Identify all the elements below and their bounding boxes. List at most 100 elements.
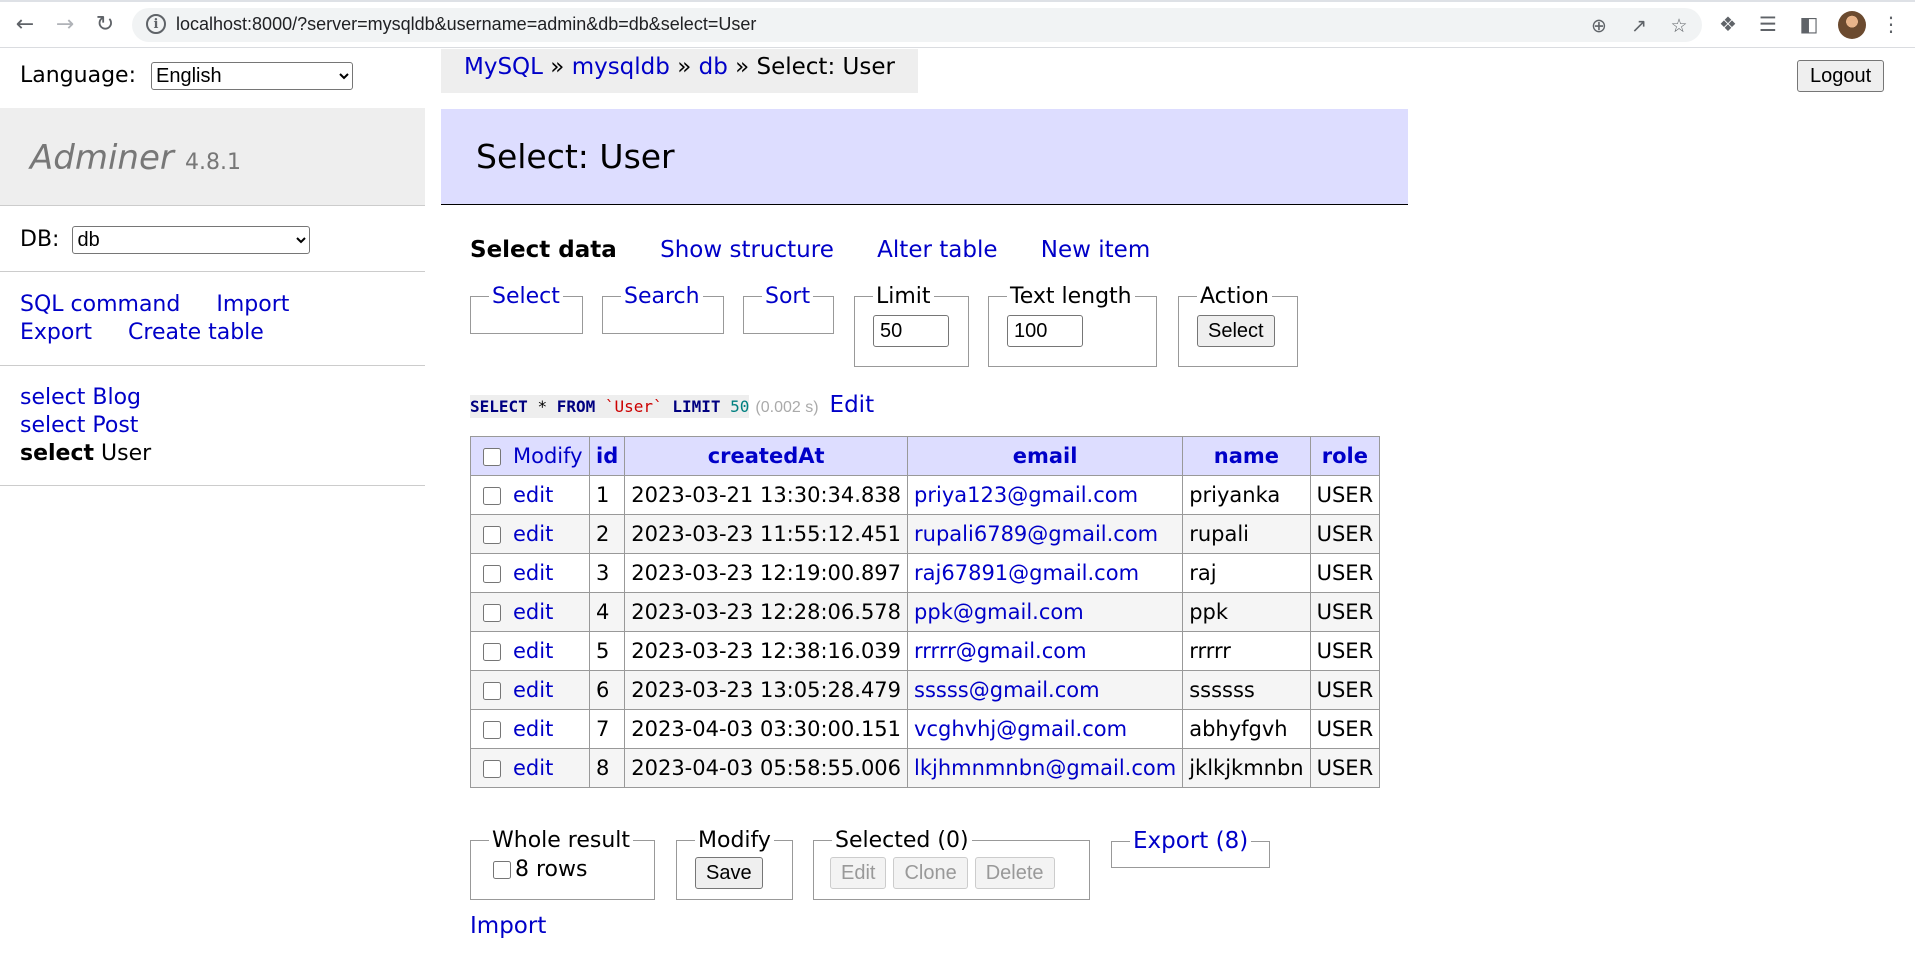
text-length-legend: Text length <box>1010 284 1132 309</box>
export-toggle[interactable]: Export (8) <box>1133 828 1248 854</box>
row-edit-link[interactable]: edit <box>513 678 553 702</box>
row-edit-link[interactable]: edit <box>513 522 553 546</box>
cell-createdat: 2023-03-23 11:55:12.451 <box>624 514 909 554</box>
adminer-logo-link[interactable]: Adminer <box>30 138 174 178</box>
cell-name: rrrrr <box>1182 631 1311 671</box>
address-url[interactable]: localhost:8000/?server=mysqldb&username=… <box>176 14 756 35</box>
profile-avatar[interactable] <box>1838 11 1866 39</box>
column-header-id[interactable]: id <box>588 436 626 476</box>
row-checkbox[interactable] <box>483 565 501 583</box>
menu-kebab-icon[interactable]: ⋮ <box>1878 11 1904 37</box>
cell-name: jklkjkmnbn <box>1182 748 1311 788</box>
address-bar[interactable]: i localhost:8000/?server=mysqldb&usernam… <box>132 8 1702 42</box>
import-link[interactable]: Import <box>470 913 546 939</box>
row-checkbox[interactable] <box>483 487 501 505</box>
bookmark-star-icon[interactable]: ☆ <box>1668 15 1690 37</box>
select-columns-toggle[interactable]: Select <box>492 284 560 309</box>
select-columns-fieldset: Select <box>470 284 583 334</box>
text-length-input[interactable] <box>1007 315 1083 347</box>
cell-id: 7 <box>588 709 626 749</box>
db-select[interactable]: db <box>72 226 311 254</box>
limit-input[interactable] <box>873 315 949 347</box>
modify-legend: Modify <box>698 828 771 853</box>
row-edit-link[interactable]: edit <box>513 561 553 585</box>
sidebar-actions: SQL command Import Export Create table <box>20 291 325 347</box>
column-header-name[interactable]: name <box>1182 436 1311 476</box>
select-blog-link[interactable]: select Blog <box>20 385 141 410</box>
back-arrow-icon[interactable]: ← <box>10 9 40 39</box>
breadcrumb-separator: » <box>735 54 750 80</box>
whole-result-checkbox-label[interactable]: 8 rows <box>493 857 654 882</box>
sql-command-link[interactable]: SQL command <box>20 292 180 317</box>
column-sort-link[interactable]: createdAt <box>708 444 825 468</box>
email-link[interactable]: raj67891@gmail.com <box>914 561 1139 585</box>
select-post-link[interactable]: select Post <box>20 413 138 438</box>
share-icon[interactable]: ↗ <box>1628 15 1650 37</box>
row-edit-link[interactable]: edit <box>513 600 553 624</box>
column-sort-link[interactable]: name <box>1214 444 1279 468</box>
email-link[interactable]: priya123@gmail.com <box>914 483 1138 507</box>
breadcrumb-server-link[interactable]: MySQL <box>464 54 543 80</box>
row-edit-link[interactable]: edit <box>513 639 553 663</box>
whole-result-checkbox[interactable] <box>493 861 511 879</box>
row-edit-link[interactable]: edit <box>513 483 553 507</box>
email-link[interactable]: lkjhmnmnbn@gmail.com <box>914 756 1176 780</box>
row-checkbox[interactable] <box>483 604 501 622</box>
email-link[interactable]: ppk@gmail.com <box>914 600 1084 624</box>
breadcrumb-host-link[interactable]: mysqldb <box>572 54 670 80</box>
sidebar-export-link[interactable]: Export <box>20 320 92 345</box>
row-edit-link[interactable]: edit <box>513 717 553 741</box>
breadcrumb-db-link[interactable]: db <box>699 54 728 80</box>
delete-selected-button[interactable]: Delete <box>974 857 1055 889</box>
new-item-link[interactable]: New item <box>1041 237 1150 263</box>
zoom-icon[interactable]: ⊕ <box>1588 15 1610 37</box>
table-name: Blog <box>92 385 142 410</box>
column-header-createdat[interactable]: createdAt <box>624 436 909 476</box>
breadcrumb-current: Select: User <box>756 54 895 80</box>
cell-createdat: 2023-03-23 13:05:28.479 <box>624 670 909 710</box>
column-header-email[interactable]: email <box>907 436 1184 476</box>
row-edit-link[interactable]: edit <box>513 756 553 780</box>
show-structure-link[interactable]: Show structure <box>660 237 834 263</box>
select-all-checkbox[interactable] <box>483 448 501 466</box>
row-checkbox[interactable] <box>483 682 501 700</box>
edit-query-link[interactable]: Edit <box>830 392 875 418</box>
email-link[interactable]: rrrrr@gmail.com <box>914 639 1087 663</box>
side-panel-icon[interactable]: ◧ <box>1796 11 1822 37</box>
sort-toggle[interactable]: Sort <box>765 284 810 309</box>
row-checkbox[interactable] <box>483 721 501 739</box>
site-info-icon[interactable]: i <box>146 14 166 34</box>
forward-arrow-icon[interactable]: → <box>50 9 80 39</box>
language-select[interactable]: English <box>150 62 353 90</box>
clone-selected-button[interactable]: Clone <box>893 857 968 889</box>
reload-icon[interactable]: ↻ <box>90 9 120 39</box>
modify-all-link[interactable]: Modify <box>513 444 583 468</box>
alter-table-link[interactable]: Alter table <box>877 237 997 263</box>
extensions-puzzle-icon[interactable]: ❖ <box>1715 11 1741 37</box>
select-submit-button[interactable]: Select <box>1197 315 1275 347</box>
table-row: edit 1 2023-03-21 13:30:34.838 priya123@gma… <box>470 475 1381 515</box>
column-sort-link[interactable]: role <box>1322 444 1368 468</box>
row-checkbox[interactable] <box>483 760 501 778</box>
save-button[interactable]: Save <box>695 857 763 889</box>
cell-name: abhyfgvh <box>1182 709 1311 749</box>
column-header-role[interactable]: role <box>1309 436 1381 476</box>
row-checkbox[interactable] <box>483 526 501 544</box>
select-user-link[interactable]: select User <box>20 441 151 466</box>
row-checkbox[interactable] <box>483 643 501 661</box>
email-link[interactable]: sssss@gmail.com <box>914 678 1100 702</box>
cell-name: ssssss <box>1182 670 1311 710</box>
media-queue-icon[interactable]: ☰ <box>1755 11 1781 37</box>
edit-selected-button[interactable]: Edit <box>830 857 887 889</box>
logout-button[interactable]: Logout <box>1797 60 1885 92</box>
email-link[interactable]: rupali6789@gmail.com <box>914 522 1158 546</box>
modify-header: Modify <box>470 436 590 476</box>
email-link[interactable]: vcghvhj@gmail.com <box>914 717 1127 741</box>
sidebar-import-link[interactable]: Import <box>216 292 289 317</box>
column-sort-link[interactable]: email <box>1013 444 1078 468</box>
table-list-item-blog: select Blog <box>20 384 151 412</box>
search-toggle[interactable]: Search <box>624 284 700 309</box>
create-table-link[interactable]: Create table <box>128 320 264 345</box>
row-select-cell: edit <box>470 748 590 788</box>
column-sort-link[interactable]: id <box>596 444 618 468</box>
